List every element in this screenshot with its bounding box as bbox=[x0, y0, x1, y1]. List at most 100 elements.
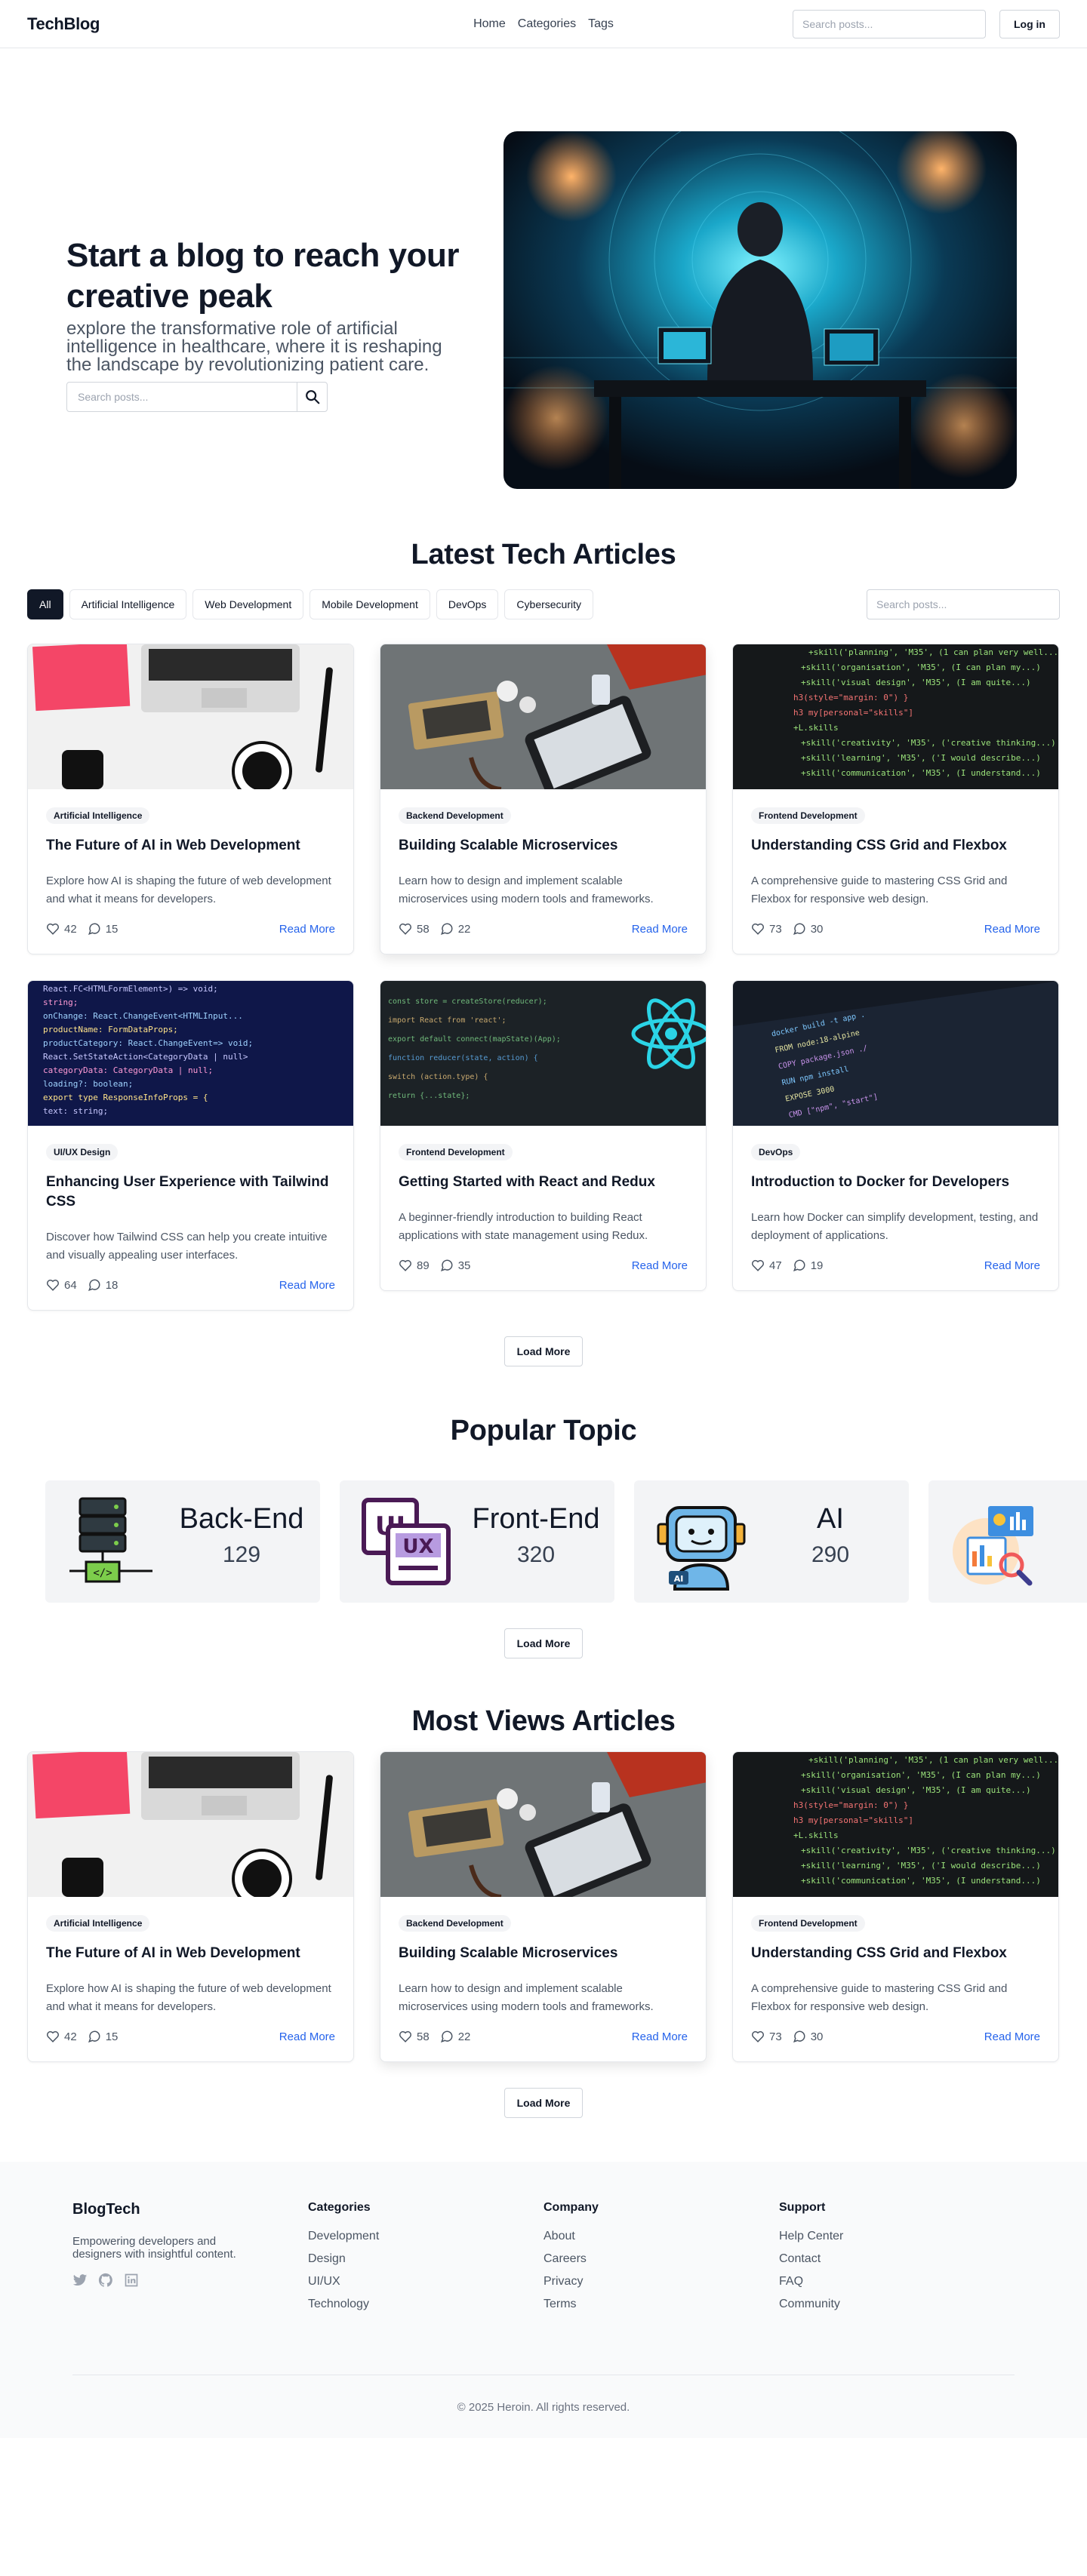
nav-link-categories[interactable]: Categories bbox=[518, 17, 576, 31]
article-image bbox=[380, 644, 706, 789]
read-more-link[interactable]: Read More bbox=[279, 923, 335, 936]
like-stat[interactable]: 47 bbox=[751, 1259, 782, 1272]
filter-mobile-dev[interactable]: Mobile Development bbox=[309, 589, 430, 619]
article-title[interactable]: Understanding CSS Grid and Flexbox bbox=[751, 836, 1040, 856]
article-body: Frontend Development Understanding CSS G… bbox=[733, 1897, 1058, 2061]
article-image: docker build -t app . FROM node:18-alpine… bbox=[733, 981, 1058, 1126]
footer-link[interactable]: Contact bbox=[779, 2252, 1015, 2266]
like-stat[interactable]: 73 bbox=[751, 2030, 782, 2043]
ui-ux-icon: UI UX bbox=[362, 1498, 451, 1585]
github-icon[interactable] bbox=[98, 2273, 113, 2288]
read-more-link[interactable]: Read More bbox=[984, 923, 1040, 936]
article-title[interactable]: The Future of AI in Web Development bbox=[46, 1944, 335, 1963]
footer-link[interactable]: Privacy bbox=[544, 2275, 779, 2289]
like-stat[interactable]: 42 bbox=[46, 2030, 77, 2043]
filter-ai[interactable]: Artificial Intelligence bbox=[69, 589, 187, 619]
article-title[interactable]: Building Scalable Microservices bbox=[399, 1944, 688, 1963]
like-stat[interactable]: 58 bbox=[399, 2030, 430, 2043]
article-title[interactable]: Introduction to Docker for Developers bbox=[751, 1173, 1040, 1192]
topic-card-frontend[interactable]: UI UX Front-End 320 bbox=[340, 1480, 614, 1603]
footer-link[interactable]: UI/UX bbox=[308, 2275, 544, 2289]
category-filters: All Artificial Intelligence Web Developm… bbox=[0, 589, 1087, 619]
footer-link[interactable]: About bbox=[544, 2230, 779, 2243]
comment-stat[interactable]: 22 bbox=[440, 922, 470, 936]
read-more-link[interactable]: Read More bbox=[632, 1259, 688, 1272]
article-card[interactable]: +skill('planning', 'M35', (1 can plan ve… bbox=[732, 644, 1059, 954]
footer-column-categories: Categories Development Design UI/UX Tech… bbox=[308, 2201, 544, 2320]
article-card[interactable]: Artificial Intelligence The Future of AI… bbox=[27, 1751, 354, 2062]
footer-columns: BlogTech Empowering developers and desig… bbox=[72, 2201, 1015, 2320]
nav-search-input[interactable]: Search posts... bbox=[793, 9, 986, 38]
comment-icon bbox=[793, 2030, 805, 2043]
topic-card-ai[interactable]: AI AI 290 bbox=[634, 1480, 909, 1603]
read-more-link[interactable]: Read More bbox=[632, 2030, 688, 2043]
like-stat[interactable]: 58 bbox=[399, 922, 430, 936]
comment-stat[interactable]: 19 bbox=[793, 1259, 823, 1272]
article-card[interactable]: React.FC<HTMLFormElement>) => void; strin… bbox=[27, 980, 354, 1311]
filter-all[interactable]: All bbox=[27, 589, 63, 619]
article-title[interactable]: Building Scalable Microservices bbox=[399, 836, 688, 856]
nav-link-home[interactable]: Home bbox=[473, 17, 506, 31]
login-button[interactable]: Log in bbox=[999, 9, 1060, 38]
filter-devops[interactable]: DevOps bbox=[436, 589, 499, 619]
load-more-button[interactable]: Load More bbox=[503, 2088, 584, 2118]
read-more-link[interactable]: Read More bbox=[632, 923, 688, 936]
svg-text:+skill('planning', 'M35', (1 c: +skill('planning', 'M35', (1 can plan ve… bbox=[808, 1755, 1058, 1765]
article-title[interactable]: Understanding CSS Grid and Flexbox bbox=[751, 1944, 1040, 1963]
footer-link[interactable]: Careers bbox=[544, 2252, 779, 2266]
article-image bbox=[28, 644, 353, 789]
filter-cybersecurity[interactable]: Cybersecurity bbox=[504, 589, 594, 619]
footer-link[interactable]: FAQ bbox=[779, 2275, 1015, 2289]
article-card[interactable]: Backend Development Building Scalable Mi… bbox=[380, 1751, 707, 2062]
footer-link[interactable]: Design bbox=[308, 2252, 544, 2266]
linkedin-icon[interactable] bbox=[124, 2273, 139, 2288]
load-more-button[interactable]: Load More bbox=[503, 1628, 584, 1658]
article-title[interactable]: Getting Started with React and Redux bbox=[399, 1173, 688, 1192]
site-footer: BlogTech Empowering developers and desig… bbox=[0, 2162, 1087, 2438]
comment-stat[interactable]: 22 bbox=[440, 2030, 470, 2043]
brand-logo[interactable]: TechBlog bbox=[27, 14, 100, 34]
article-card[interactable]: Backend Development Building Scalable Mi… bbox=[380, 644, 707, 954]
twitter-icon[interactable] bbox=[72, 2273, 88, 2288]
nav-link-tags[interactable]: Tags bbox=[588, 17, 614, 31]
comment-stat[interactable]: 15 bbox=[88, 922, 118, 936]
footer-link[interactable]: Terms bbox=[544, 2298, 779, 2311]
footer-link[interactable]: Community bbox=[779, 2298, 1015, 2311]
footer-column-support: Support Help Center Contact FAQ Communit… bbox=[779, 2201, 1015, 2320]
read-more-link[interactable]: Read More bbox=[279, 2030, 335, 2043]
comment-stat[interactable]: 18 bbox=[88, 1278, 118, 1292]
hero-section: Start a blog to reach your creative peak… bbox=[0, 48, 1087, 539]
footer-link[interactable]: Development bbox=[308, 2230, 544, 2243]
like-stat[interactable]: 42 bbox=[46, 922, 77, 936]
footer-link[interactable]: Help Center bbox=[779, 2230, 1015, 2243]
nav-links: Home Categories Tags bbox=[473, 17, 614, 31]
topic-card-backend[interactable]: </> Back-End 129 bbox=[45, 1480, 320, 1603]
svg-text:h3 my[personal="skills"]: h3 my[personal="skills"] bbox=[793, 1815, 913, 1825]
filter-search-input[interactable]: Search posts... bbox=[867, 589, 1060, 619]
hero-search-button[interactable] bbox=[297, 383, 327, 411]
like-stat[interactable]: 89 bbox=[399, 1259, 430, 1272]
article-title[interactable]: Enhancing User Experience with Tailwind … bbox=[46, 1173, 335, 1212]
comment-stat[interactable]: 35 bbox=[440, 1259, 470, 1272]
article-card[interactable]: docker build -t app . FROM node:18-alpine… bbox=[732, 980, 1059, 1291]
article-card[interactable]: const store = createStore(reducer); impor… bbox=[380, 980, 707, 1291]
hero-search-input[interactable]: Search posts... bbox=[67, 391, 297, 403]
article-excerpt: Explore how AI is shaping the future of … bbox=[46, 875, 331, 905]
comment-stat[interactable]: 30 bbox=[793, 2030, 823, 2043]
footer-link[interactable]: Technology bbox=[308, 2298, 544, 2311]
article-title[interactable]: The Future of AI in Web Development bbox=[46, 836, 335, 856]
like-stat[interactable]: 73 bbox=[751, 922, 782, 936]
article-card[interactable]: Artificial Intelligence The Future of AI… bbox=[27, 644, 354, 954]
read-more-link[interactable]: Read More bbox=[984, 1259, 1040, 1272]
topic-card-analytics[interactable] bbox=[928, 1480, 1087, 1603]
read-more-link[interactable]: Read More bbox=[984, 2030, 1040, 2043]
comment-stat[interactable]: 30 bbox=[793, 922, 823, 936]
comment-stat[interactable]: 15 bbox=[88, 2030, 118, 2043]
read-more-link[interactable]: Read More bbox=[279, 1279, 335, 1292]
popular-topic-section: Popular Topic </> Back-End 129 UI bbox=[0, 1415, 1087, 1658]
article-card[interactable]: +skill('planning', 'M35', (1 can plan ve… bbox=[732, 1751, 1059, 2062]
load-more-button[interactable]: Load More bbox=[503, 1336, 584, 1366]
filter-web-dev[interactable]: Web Development bbox=[192, 589, 304, 619]
svg-text:+L.skills: +L.skills bbox=[793, 723, 839, 733]
like-stat[interactable]: 64 bbox=[46, 1278, 77, 1292]
